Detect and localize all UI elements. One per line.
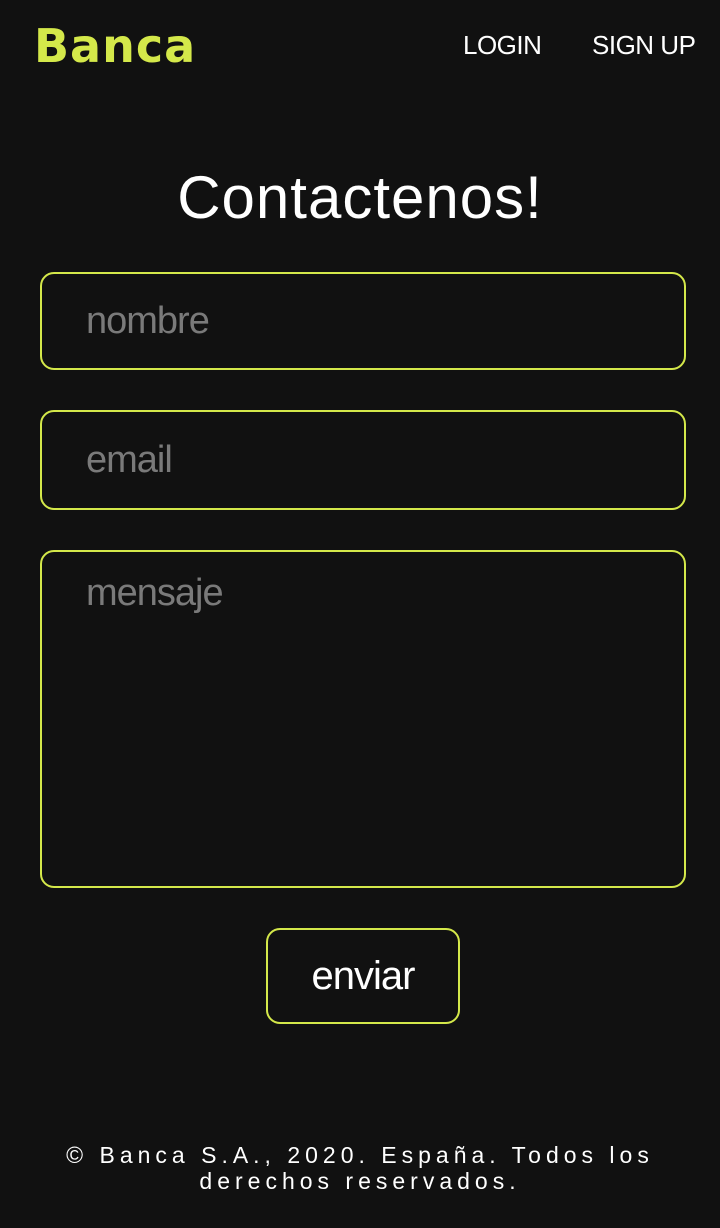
message-field[interactable] (40, 550, 686, 888)
site-header: Banca LOGIN SIGN UP (0, 0, 720, 92)
nav-signup-link[interactable]: SIGN UP (592, 30, 696, 60)
page-title: Contactenos! (177, 164, 543, 231)
submit-button[interactable]: enviar (266, 928, 460, 1024)
footer-copyright: © Banca S.A., 2020. España. Todos los de… (66, 1142, 654, 1194)
nav-login-link[interactable]: LOGIN (463, 30, 542, 60)
contact-page: Banca LOGIN SIGN UP Contactenos! enviar … (0, 0, 720, 1228)
email-field[interactable] (40, 410, 686, 510)
brand-logo[interactable]: Banca (34, 20, 196, 72)
name-field[interactable] (40, 272, 686, 370)
